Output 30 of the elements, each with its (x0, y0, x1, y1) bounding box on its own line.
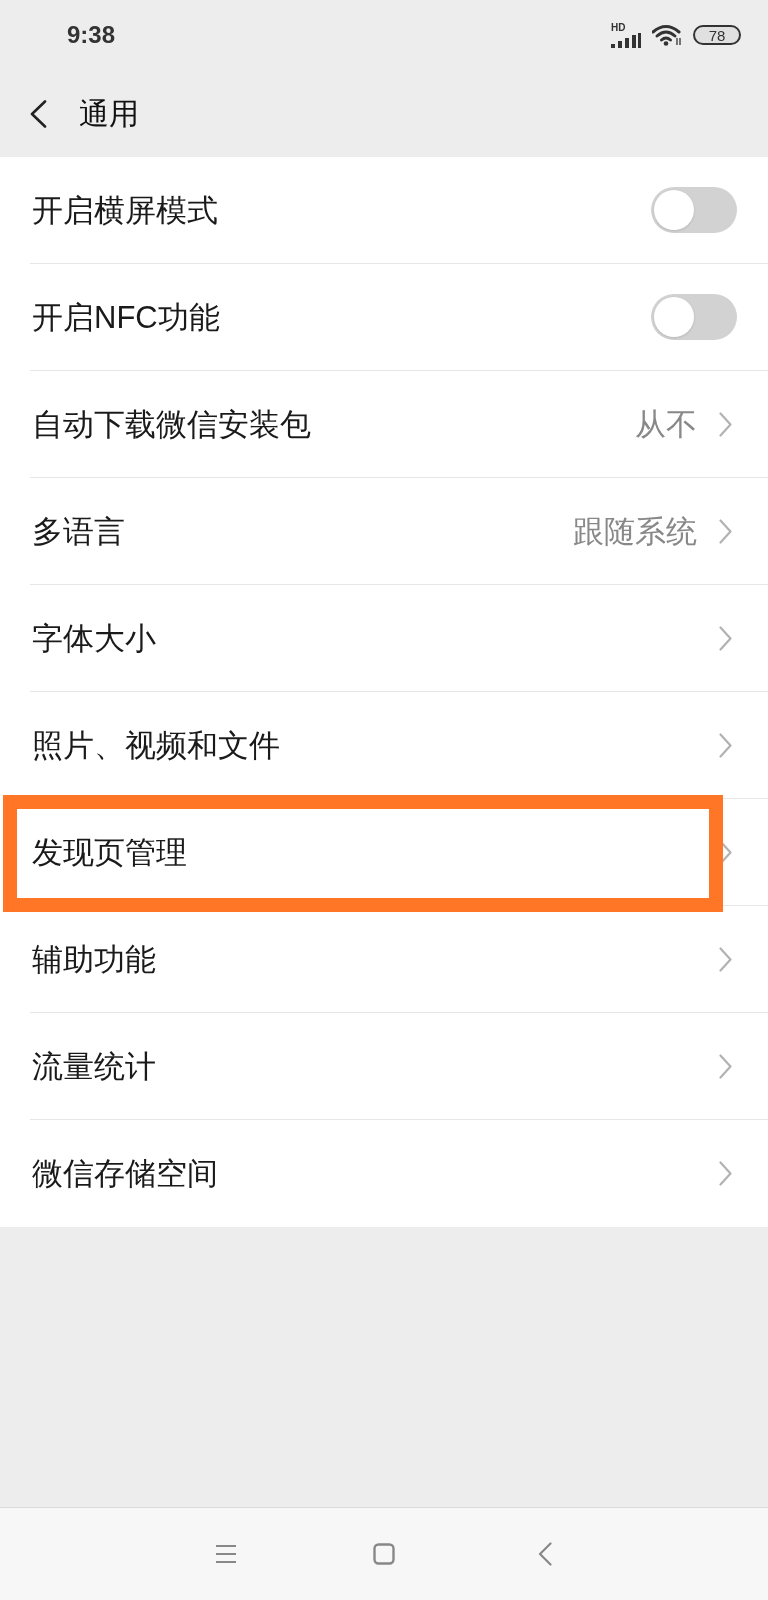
toggle-switch[interactable] (651, 187, 737, 233)
back-icon[interactable] (29, 99, 47, 128)
setting-label: 字体大小 (31, 622, 156, 654)
wifi-icon (652, 24, 682, 46)
chevron-right-icon (719, 411, 732, 437)
setting-value: 从不 (635, 408, 697, 440)
battery-indicator: 78 (693, 25, 741, 45)
setting-label: 开启NFC功能 (31, 301, 220, 333)
status-time: 9:38 (67, 23, 116, 47)
toggle-switch[interactable] (651, 294, 737, 340)
setting-label: 照片、视频和文件 (31, 729, 280, 761)
setting-label: 微信存储空间 (31, 1158, 218, 1189)
chevron-right-icon (719, 625, 732, 651)
setting-label: 辅助功能 (31, 943, 156, 975)
signal-icon (611, 32, 641, 48)
network-type-label: HD (611, 22, 626, 33)
setting-value: 跟随系统 (573, 515, 697, 547)
page-title: 通用 (79, 98, 139, 129)
setting-label: 发现页管理 (31, 836, 187, 868)
chevron-right-icon (719, 732, 732, 758)
chevron-right-icon (719, 1053, 732, 1079)
square-icon[interactable] (373, 1543, 395, 1565)
setting-label: 多语言 (31, 515, 125, 547)
chevron-right-icon (719, 518, 732, 544)
setting-label: 自动下载微信安装包 (31, 408, 311, 440)
chevron-right-icon (719, 946, 732, 972)
setting-label: 流量统计 (31, 1050, 156, 1082)
menu-icon[interactable] (215, 1544, 237, 1564)
chevron-right-icon (719, 1161, 732, 1186)
setting-label: 开启横屏模式 (31, 194, 218, 226)
